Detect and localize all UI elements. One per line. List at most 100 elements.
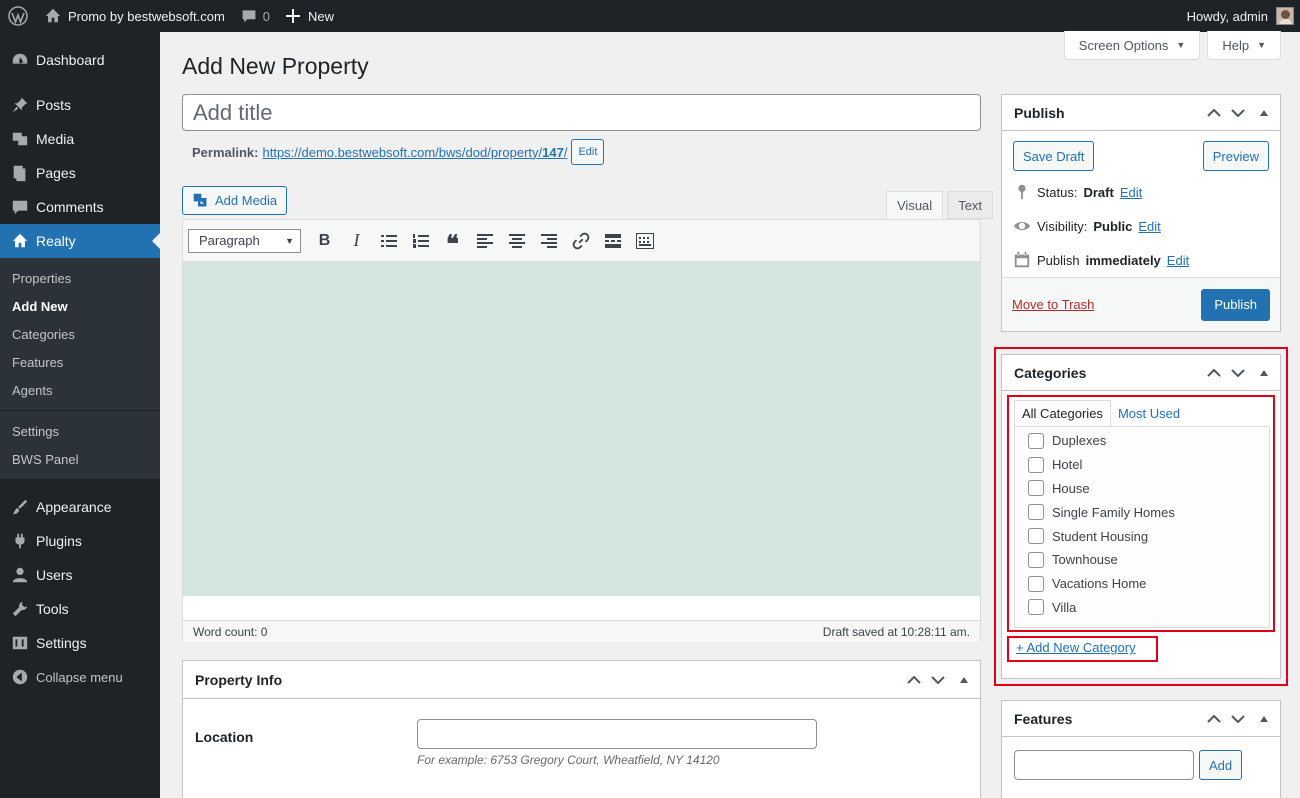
chevron-up-icon[interactable]: [906, 675, 922, 685]
link-icon[interactable]: [566, 227, 595, 255]
edit-schedule-link[interactable]: Edit: [1167, 253, 1189, 268]
schedule-value: immediately: [1085, 252, 1161, 268]
menu-posts[interactable]: Posts: [0, 88, 160, 122]
menu-settings[interactable]: Settings: [0, 626, 160, 660]
editor-status-bar: Word count: 0 Draft saved at 10:28:11 am…: [183, 620, 980, 642]
status-row: Status: Draft Edit: [1002, 175, 1280, 209]
format-select[interactable]: Paragraph ▼: [188, 228, 301, 253]
publish-actions: Move to Trash Publish: [1002, 277, 1280, 331]
italic-icon[interactable]: I: [342, 227, 371, 255]
preview-button[interactable]: Preview: [1202, 141, 1269, 171]
calendar-icon: [1014, 251, 1030, 268]
menu-media[interactable]: Media: [0, 122, 160, 156]
property-info-box: Property Info Location For example: 6753…: [182, 660, 981, 798]
chevron-down-icon[interactable]: [930, 675, 946, 685]
comment-icon: [242, 10, 256, 23]
align-left-icon[interactable]: [470, 227, 499, 255]
menu-plugins[interactable]: Plugins: [0, 524, 160, 558]
location-input[interactable]: [417, 719, 817, 749]
site-name-link[interactable]: Promo by bestwebsoft.com: [36, 0, 233, 32]
status-value: Draft: [1083, 184, 1114, 200]
publish-title: Publish: [1014, 104, 1065, 121]
new-content-link[interactable]: New: [278, 0, 342, 32]
edit-permalink-button[interactable]: Edit: [571, 139, 605, 165]
chevron-up-icon[interactable]: [1206, 714, 1222, 724]
publish-button[interactable]: Publish: [1201, 288, 1270, 321]
publish-box: Publish Save Draft Preview Status: Draft…: [1001, 94, 1281, 332]
my-account[interactable]: Howdy, admin: [1187, 7, 1300, 25]
save-draft-button[interactable]: Save Draft: [1013, 141, 1095, 171]
features-title: Features: [1014, 710, 1073, 727]
submenu-bws-panel[interactable]: BWS Panel: [0, 445, 160, 473]
visibility-value: Public: [1093, 218, 1133, 234]
align-center-icon[interactable]: [502, 227, 531, 255]
schedule-row: Publish immediately Edit: [1002, 243, 1280, 277]
wordpress-logo-icon[interactable]: [0, 0, 36, 32]
publish-header: Publish: [1002, 95, 1280, 131]
edit-status-link[interactable]: Edit: [1120, 185, 1142, 200]
menu-appearance[interactable]: Appearance: [0, 490, 160, 524]
screen-options-button[interactable]: Screen Options ▼: [1063, 31, 1201, 60]
menu-dashboard[interactable]: Dashboard: [0, 43, 160, 77]
menu-users[interactable]: Users: [0, 558, 160, 592]
features-box: Features Add: [1001, 700, 1281, 798]
numbered-list-icon[interactable]: [406, 227, 435, 255]
bullet-list-icon[interactable]: [374, 227, 403, 255]
submenu-categories[interactable]: Categories: [0, 320, 160, 348]
pages-icon: [10, 163, 30, 183]
chevron-down-icon[interactable]: [1230, 108, 1246, 118]
move-to-trash-link[interactable]: Move to Trash: [1012, 297, 1094, 312]
permalink-label: Permalink:: [192, 144, 259, 160]
features-header: Features: [1002, 701, 1280, 737]
add-media-button[interactable]: Add Media: [182, 186, 288, 215]
screen-meta-links: Screen Options ▼ Help ▼: [1063, 31, 1281, 60]
pin-icon: [10, 95, 30, 115]
toggle-arrow-icon[interactable]: [1260, 715, 1268, 722]
editor-toolbar: Paragraph ▼ B I ❝: [183, 220, 980, 262]
tab-text[interactable]: Text: [947, 191, 994, 219]
pin-icon: [1018, 184, 1026, 200]
add-feature-button[interactable]: Add: [1199, 750, 1243, 780]
align-right-icon[interactable]: [534, 227, 563, 255]
greeting: Howdy, admin: [1186, 8, 1268, 24]
help-button[interactable]: Help ▼: [1207, 31, 1281, 60]
permalink-link[interactable]: https://demo.bestwebsoft.com/bws/dod/pro…: [262, 145, 567, 160]
submenu-agents[interactable]: Agents: [0, 376, 160, 404]
edit-visibility-link[interactable]: Edit: [1138, 219, 1160, 234]
menu-tools[interactable]: Tools: [0, 592, 160, 626]
submenu-properties[interactable]: Properties: [0, 264, 160, 292]
blockquote-icon[interactable]: ❝: [438, 227, 467, 258]
highlight-category-list: [1007, 395, 1275, 632]
toolbar-toggle-icon[interactable]: [630, 227, 659, 255]
new-feature-input[interactable]: [1014, 750, 1194, 780]
site-name: Promo by bestwebsoft.com: [68, 8, 225, 24]
submenu-add-new[interactable]: Add New: [0, 292, 160, 320]
submenu-features[interactable]: Features: [0, 348, 160, 376]
tab-visual[interactable]: Visual: [886, 191, 944, 219]
location-label: Location: [195, 729, 254, 745]
chevron-up-icon[interactable]: [1206, 108, 1222, 118]
wrench-icon: [10, 599, 30, 619]
menu-collapse[interactable]: Collapse menu: [0, 660, 160, 694]
avatar: [1276, 7, 1294, 25]
new-label: New: [308, 8, 335, 24]
submenu-settings[interactable]: Settings: [0, 417, 160, 445]
word-count: Word count: 0: [193, 624, 268, 639]
title-input[interactable]: [182, 94, 981, 131]
toggle-arrow-icon[interactable]: [960, 676, 968, 683]
media-icon: [10, 129, 30, 149]
menu-pages[interactable]: Pages: [0, 156, 160, 190]
user-icon: [10, 565, 30, 585]
menu-realty[interactable]: Realty: [0, 224, 160, 258]
caret-down-icon: ▼: [1257, 40, 1266, 50]
dashboard-icon: [10, 50, 30, 70]
read-more-icon[interactable]: [598, 227, 627, 255]
comments-link[interactable]: 0: [233, 0, 278, 32]
editor-content-area[interactable]: [183, 262, 980, 596]
bold-icon[interactable]: B: [310, 227, 339, 255]
content-editor: Paragraph ▼ B I ❝ Word count: 0 Draft sa…: [182, 219, 981, 642]
home-icon: [45, 8, 61, 23]
chevron-down-icon[interactable]: [1230, 714, 1246, 724]
menu-comments[interactable]: Comments: [0, 190, 160, 224]
toggle-arrow-icon[interactable]: [1260, 109, 1268, 116]
